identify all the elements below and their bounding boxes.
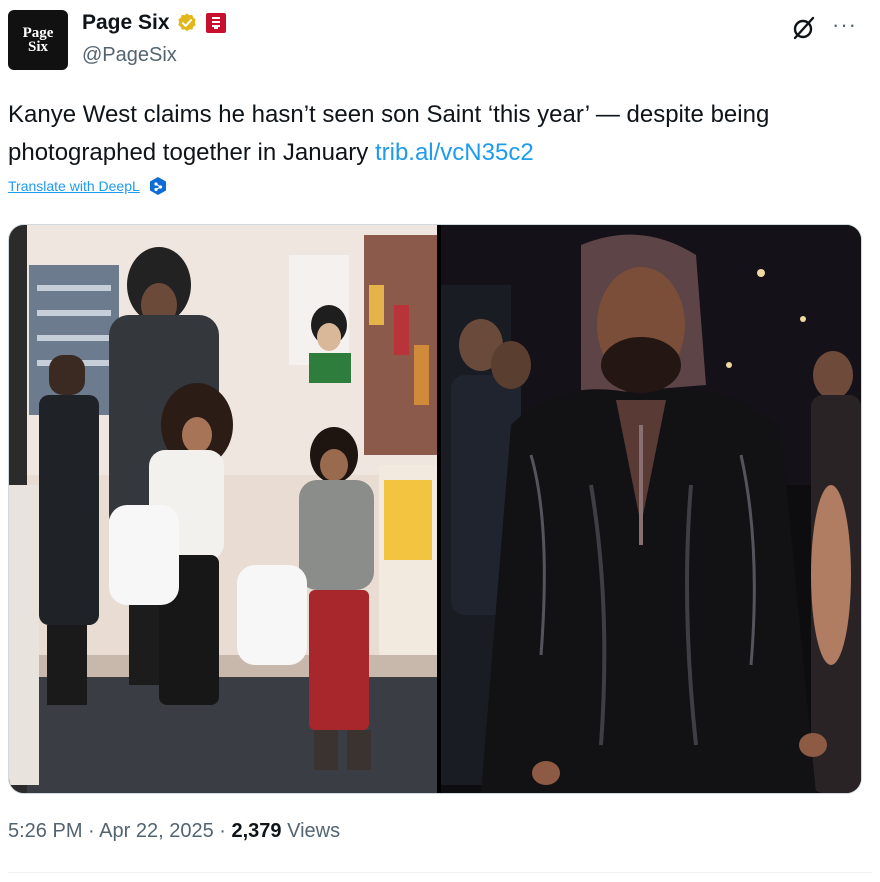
avatar[interactable]: Page Six [8,10,68,70]
views-label: Views [281,820,341,842]
display-name[interactable]: Page Six [82,11,170,35]
tweet-media[interactable] [8,224,862,794]
tweet-time[interactable]: 5:26 PM [8,820,82,842]
tweet-date[interactable]: Apr 22, 2025 [99,820,214,842]
handle[interactable]: @PageSix [82,44,177,67]
views-count[interactable]: 2,379 [231,820,281,842]
meta-separator-2: · [213,820,232,842]
deepl-icon [149,177,166,195]
avatar-text-line1: Page [22,25,54,41]
affiliate-badge-icon[interactable] [205,13,226,33]
photo-family-store[interactable] [9,225,437,793]
name-row: Page Six [82,11,226,35]
grok-icon[interactable] [790,14,818,42]
verified-badge-icon[interactable] [176,12,198,34]
tweet-header: Page Six Page Six @PageSix ··· [0,0,880,80]
tweet-text: Kanye West claims he hasn’t seen son Sai… [8,96,868,172]
meta-separator-1: · [82,820,100,842]
tweet-link[interactable]: trib.al/vcN35c2 [375,139,534,166]
tweet-meta: 5:26 PM · Apr 22, 2025 · 2,379 Views [8,820,340,843]
divider [8,872,872,873]
translate-link[interactable]: Translate with DeepL [8,178,140,194]
translate-row: Translate with DeepL [8,176,168,196]
more-options-icon[interactable]: ··· [832,12,857,38]
avatar-text-line2: Six [27,39,48,55]
photo-night-leather-jacket[interactable] [441,225,861,793]
